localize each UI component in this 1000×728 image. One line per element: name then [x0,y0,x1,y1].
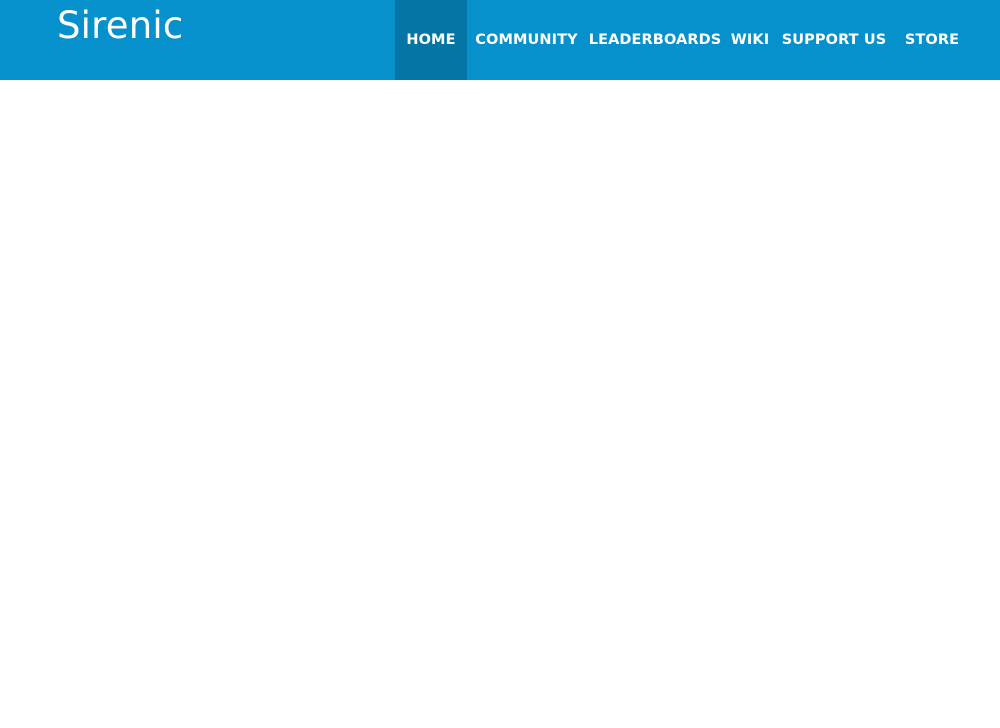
nav-item-store[interactable]: STORE [892,0,972,80]
nav-item-support-us[interactable]: SUPPORT US [776,0,892,80]
nav-item-home[interactable]: HOME [395,0,467,80]
page-content [0,80,1000,728]
site-header: Sirenic HOME COMMUNITY LEADERBOARDS WIKI… [0,0,1000,80]
site-logo-link[interactable]: Sirenic [57,4,183,48]
nav-item-community[interactable]: COMMUNITY [467,0,586,80]
nav-item-leaderboards[interactable]: LEADERBOARDS [586,0,724,80]
main-nav: HOME COMMUNITY LEADERBOARDS WIKI SUPPORT… [395,0,972,80]
nav-item-wiki[interactable]: WIKI [724,0,776,80]
